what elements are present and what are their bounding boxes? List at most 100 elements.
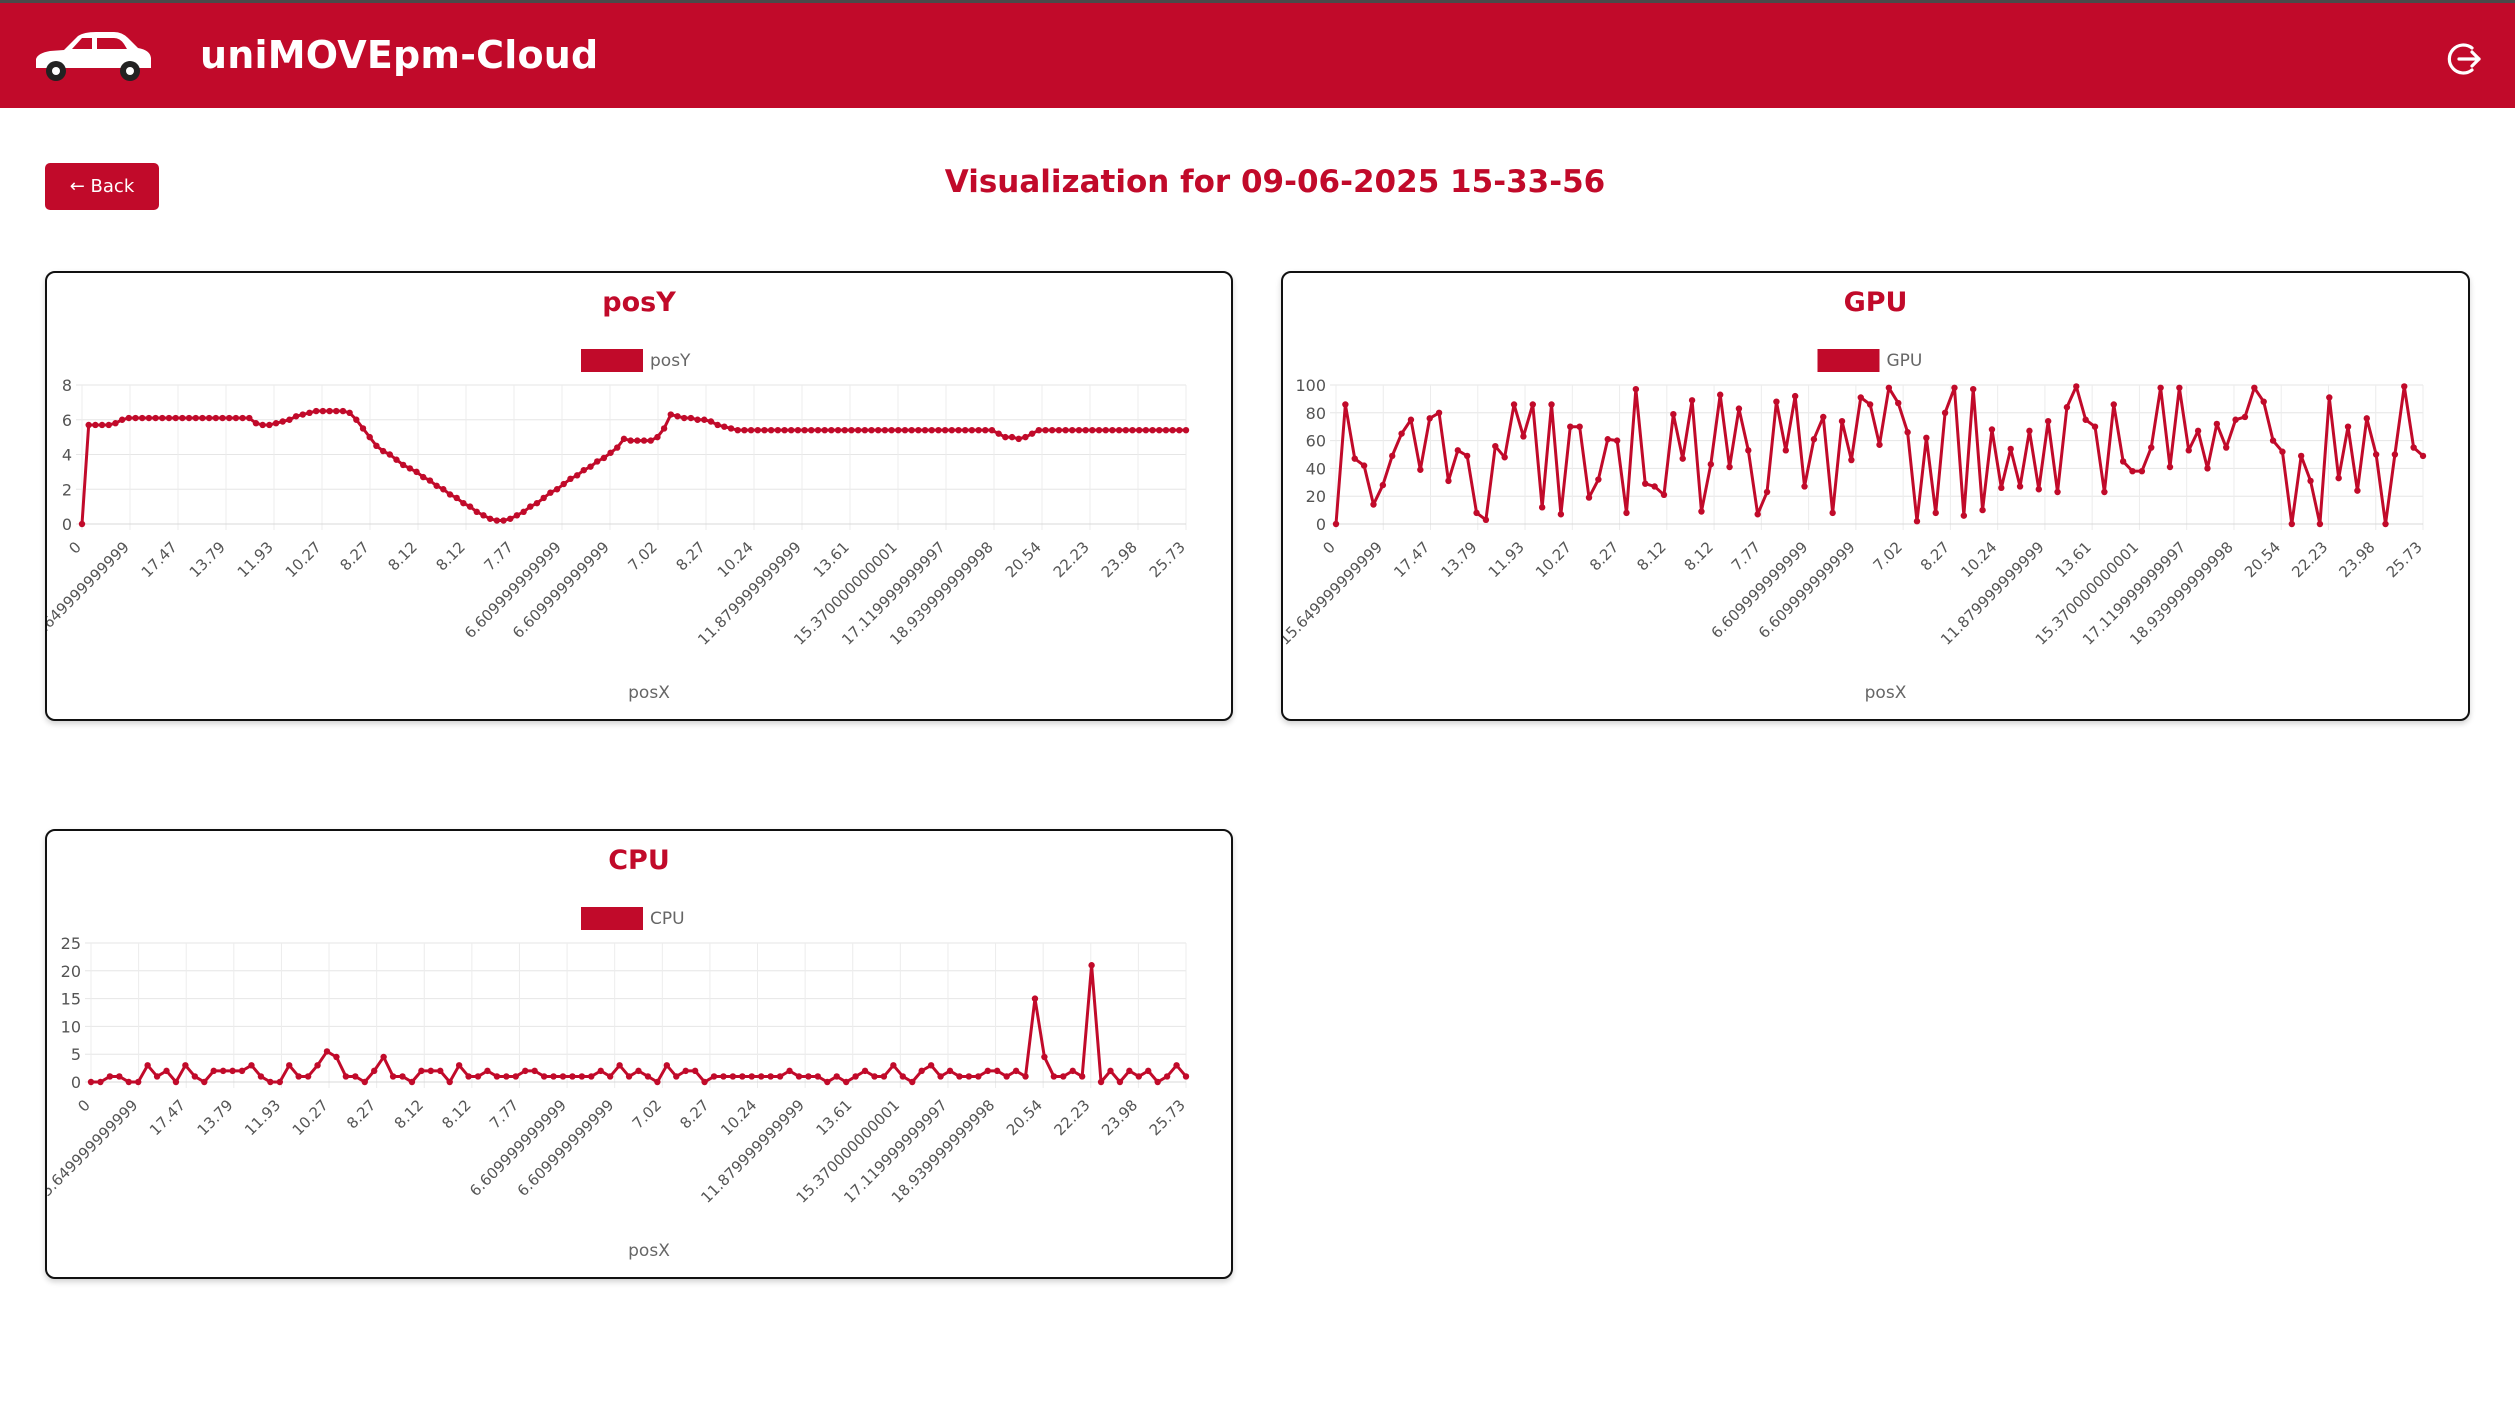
x-tick-label: 8.12 [391, 1096, 427, 1132]
data-point [2204, 465, 2211, 472]
data-point [361, 1078, 368, 1086]
data-point [1041, 1053, 1048, 1061]
data-point [413, 468, 420, 476]
data-point [522, 1067, 529, 1075]
data-point [486, 515, 494, 522]
data-point [1089, 426, 1096, 434]
x-tick-label: 25.73 [2383, 538, 2426, 581]
x-tick-label: 13.61 [812, 1096, 855, 1139]
data-point [333, 407, 340, 415]
data-point [125, 414, 133, 422]
data-point [573, 472, 581, 479]
data-point [888, 426, 895, 434]
x-tick-label: 8.27 [336, 538, 372, 574]
data-point [1660, 491, 1668, 499]
data-point [691, 1067, 699, 1075]
x-tick-label: 17.47 [138, 538, 181, 581]
data-point [326, 407, 333, 415]
data-point [805, 1073, 812, 1080]
data-point [1031, 995, 1039, 1002]
data-point [984, 1067, 991, 1075]
data-point [890, 1062, 897, 1069]
data-point [2194, 427, 2202, 435]
data-point [1062, 426, 1069, 434]
data-point [2223, 444, 2230, 451]
x-tick-label: 8.12 [1681, 538, 1717, 574]
x-tick-label: 10.27 [1532, 538, 1575, 581]
data-point [1482, 516, 1490, 524]
data-point [192, 414, 199, 422]
data-point [393, 456, 400, 463]
data-point [1095, 426, 1103, 434]
data-point [153, 1073, 161, 1080]
data-point [1055, 426, 1063, 434]
data-point [1463, 452, 1471, 460]
data-point [185, 414, 193, 422]
data-point [312, 407, 320, 415]
y-tick-label: 2 [62, 480, 72, 499]
data-point [580, 466, 588, 474]
data-point [295, 1073, 302, 1080]
data-point [1932, 509, 1939, 517]
data-point [1567, 423, 1574, 430]
data-point [540, 1073, 548, 1080]
data-point [333, 1053, 340, 1061]
data-point [399, 1073, 406, 1080]
data-point [828, 426, 835, 434]
data-point [647, 437, 654, 444]
data-point [600, 454, 608, 462]
y-tick-label: 25 [61, 934, 81, 953]
data-point [1135, 426, 1143, 434]
data-point [1182, 1073, 1190, 1080]
data-point [1135, 1073, 1143, 1080]
data-point [2401, 383, 2408, 390]
data-point [660, 425, 668, 432]
data-point [2213, 420, 2221, 428]
x-tick-label: 25.73 [1146, 1096, 1189, 1139]
data-point [380, 1053, 387, 1061]
series-line [91, 963, 1188, 1084]
data-point [587, 463, 594, 470]
back-button[interactable]: ← Back [45, 163, 159, 210]
x-tick-label: 17.47 [1390, 538, 1433, 581]
data-point [1716, 391, 1724, 398]
data-point [1035, 426, 1042, 434]
data-point [1454, 447, 1462, 454]
x-tick-label: 11.93 [241, 1096, 284, 1139]
data-point [1008, 433, 1016, 441]
data-point [1745, 447, 1752, 454]
data-point [741, 426, 748, 434]
data-point [2110, 401, 2117, 408]
y-tick-label: 8 [62, 376, 72, 395]
data-point [1107, 1067, 1114, 1075]
data-point [1342, 401, 1349, 408]
x-tick-label: 8.27 [343, 1096, 379, 1132]
data-point [426, 477, 434, 484]
x-tick-label: 0 [65, 538, 84, 557]
chart-card-posy: posY posY 0 2 4 6 8 0 15.649999999999 17.47 13.79… [45, 271, 1233, 721]
data-point [1122, 426, 1129, 434]
data-point [673, 1073, 680, 1080]
data-point [2044, 417, 2052, 425]
data-point [758, 1073, 765, 1080]
data-point [1791, 392, 1799, 400]
series-line [1334, 384, 2424, 526]
data-point [2363, 415, 2370, 422]
data-point [2035, 486, 2043, 493]
data-point [1576, 423, 1583, 430]
data-point [1069, 426, 1076, 434]
data-point [2288, 520, 2296, 528]
data-point [1417, 466, 1424, 473]
y-tick-label: 6 [62, 411, 72, 430]
data-point [1003, 1073, 1010, 1080]
data-point [2279, 448, 2286, 455]
data-point [276, 1078, 283, 1086]
data-point [852, 1073, 859, 1080]
data-point [238, 1067, 246, 1075]
data-point [366, 433, 373, 441]
data-point [257, 1073, 265, 1080]
legend-label: GPU [1887, 351, 1923, 371]
logout-icon[interactable] [2445, 39, 2485, 79]
data-point [389, 1073, 397, 1080]
data-point [788, 426, 795, 434]
